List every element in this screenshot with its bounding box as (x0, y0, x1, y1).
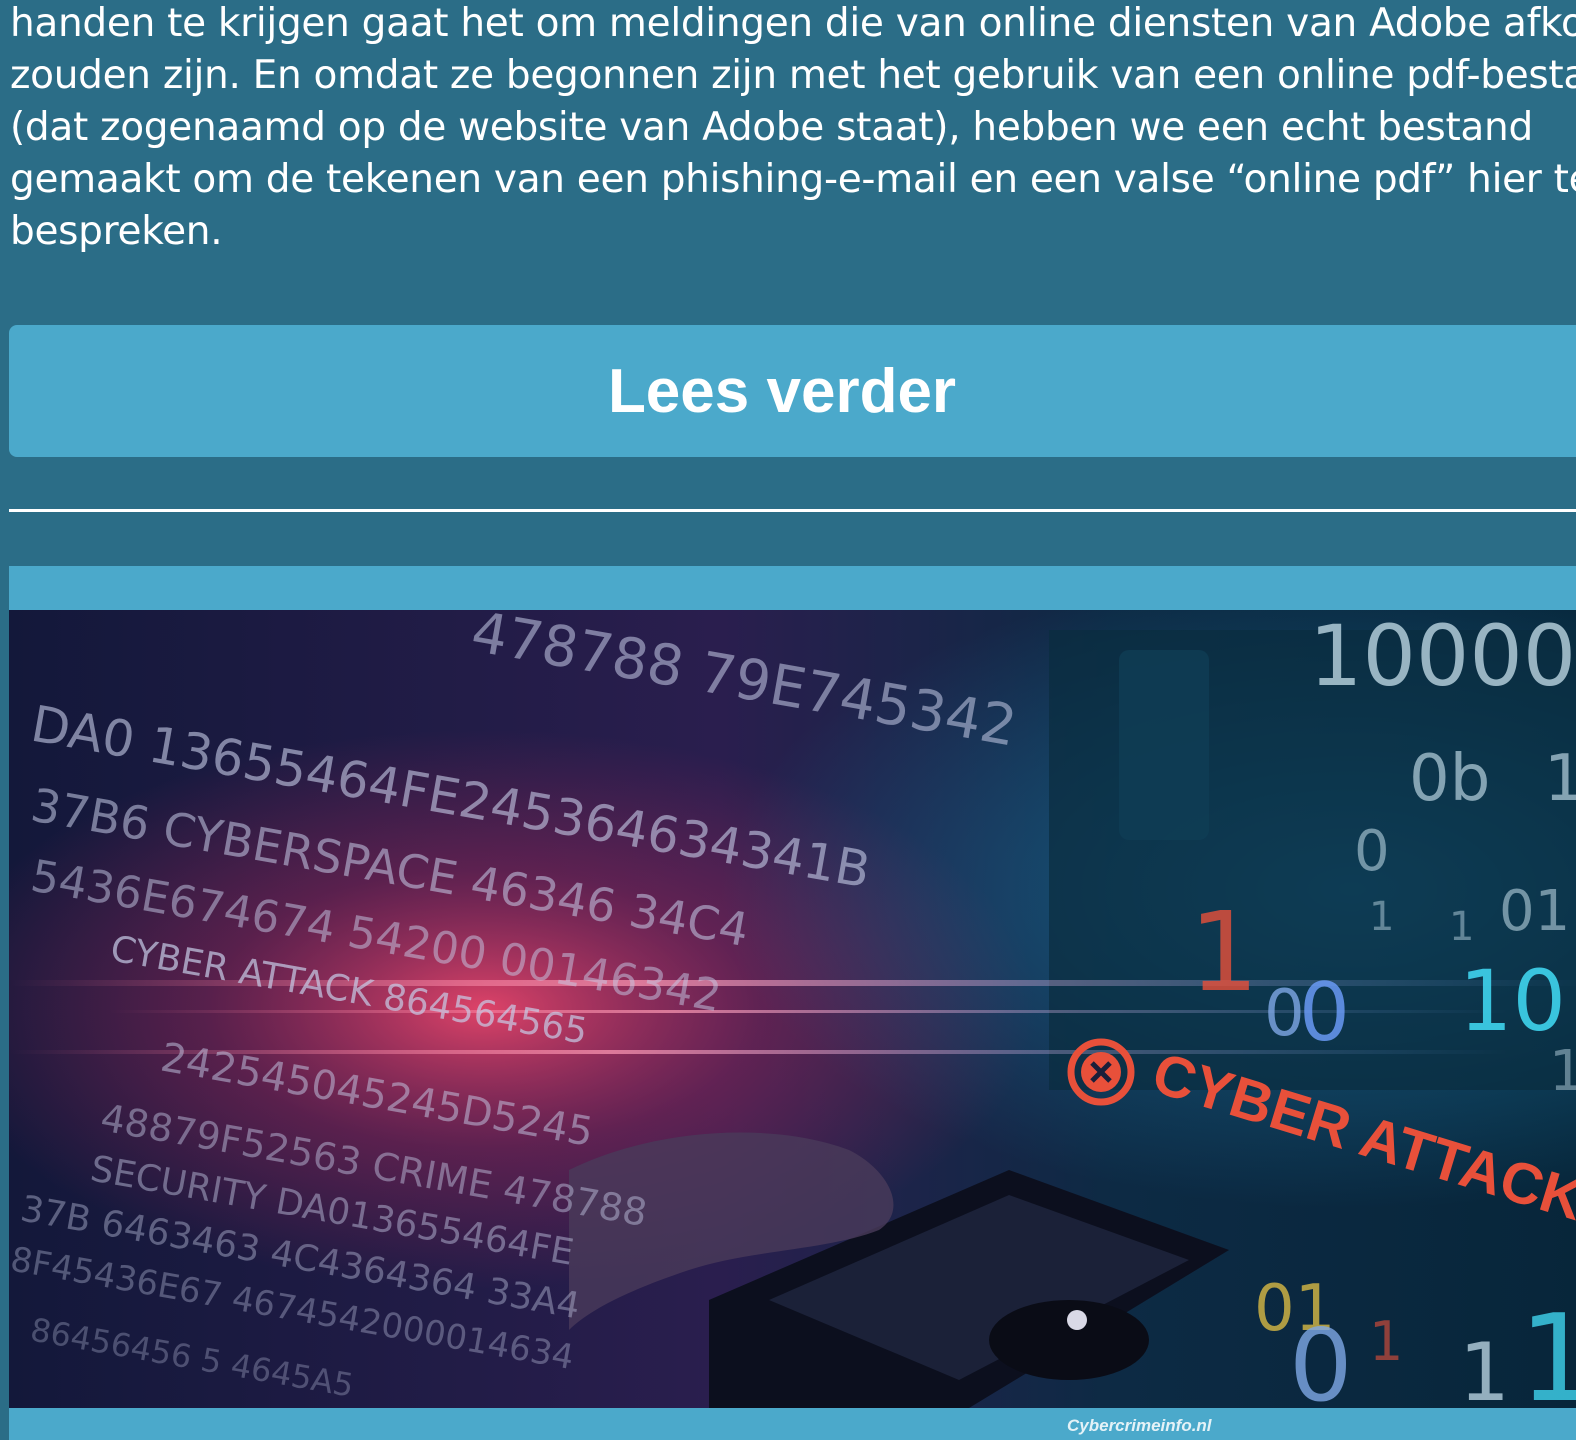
mouse-illustration (989, 1300, 1149, 1380)
binary-digit: 1 (1549, 1039, 1576, 1104)
mouse-light (1067, 1310, 1087, 1330)
article-intro-text: handen te krijgen gaat het om meldingen … (10, 0, 1576, 258)
section-divider (9, 509, 1576, 512)
intro-line: bespreken. (10, 209, 223, 254)
binary-text: 100001 1 (1309, 610, 1576, 705)
binary-digit: 01 (1499, 879, 1570, 944)
binary-digit: 1 (1519, 1290, 1576, 1408)
binary-digit: 0 (1289, 1307, 1353, 1408)
intro-line: handen te krijgen gaat het om meldingen … (10, 1, 1576, 46)
binary-digit: 0 (1354, 819, 1390, 884)
read-more-label: Lees verder (607, 356, 957, 426)
next-article-card[interactable]: 478788 79E745342 DA0 13655464FE245364634… (9, 566, 1576, 1440)
intro-line: gemaakt om de tekenen van een phishing-e… (10, 157, 1576, 202)
binary-digit: 1 (1369, 894, 1394, 940)
binary-digit: 1 (1459, 1326, 1510, 1408)
binary-digit: 1 (1449, 904, 1474, 950)
binary-digit: 1 (1544, 742, 1576, 816)
binary-digit: 1 (1369, 1310, 1403, 1373)
binary-digit: 1 (1189, 888, 1259, 1016)
binary-digit: 10 (1459, 952, 1566, 1050)
cyber-attack-hero-image[interactable]: 478788 79E745342 DA0 13655464FE245364634… (9, 610, 1576, 1408)
intro-line: zouden zijn. En omdat ze begonnen zijn m… (10, 53, 1576, 98)
intro-line: (dat zogenaamd op de website van Adobe s… (10, 105, 1533, 150)
monitor-shape (1119, 650, 1209, 840)
binary-digit: 0 (1299, 966, 1350, 1059)
binary-digit: 0b (1409, 742, 1490, 816)
image-credit: Cybercrimeinfo.nl (1067, 1416, 1212, 1435)
page: handen te krijgen gaat het om meldingen … (0, 0, 1576, 1440)
read-more-button[interactable]: Lees verder (9, 325, 1576, 457)
